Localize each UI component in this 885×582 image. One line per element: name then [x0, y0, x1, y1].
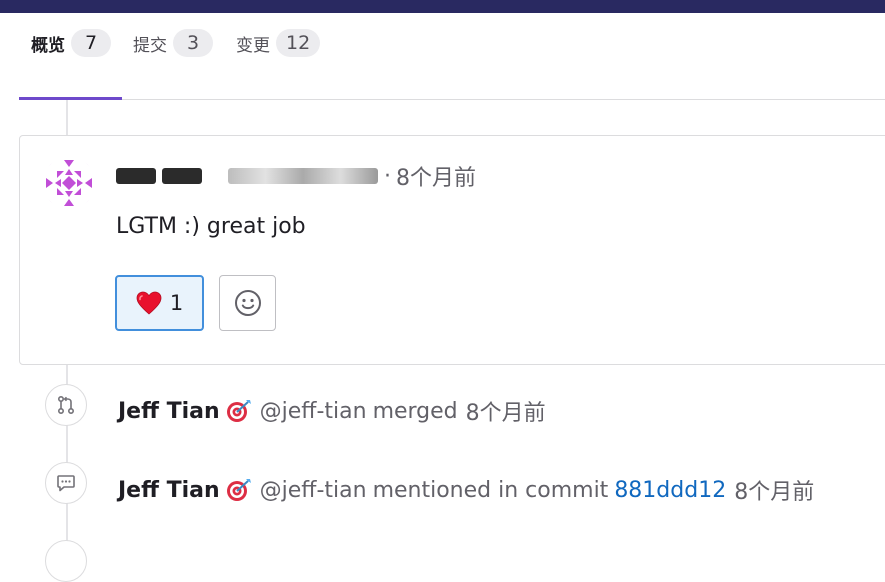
- event-action: merged: [372, 398, 458, 424]
- tabs-divider: [19, 99, 885, 100]
- merge-request-tabs: 概览 7 提交 3 变更 12: [0, 13, 885, 100]
- comment-note: · 8个月前 LGTM :) great job 1: [19, 135, 885, 365]
- event-author-name[interactable]: Jeff Tian: [118, 399, 220, 424]
- event-author-name[interactable]: Jeff Tian: [118, 478, 220, 503]
- tab-label: 提交: [133, 35, 167, 56]
- tab-count-badge: 12: [276, 29, 321, 57]
- header-separator: ·: [384, 163, 391, 189]
- reaction-count: 1: [169, 291, 184, 315]
- note-body: LGTM :) great job: [116, 214, 306, 239]
- tab-count-badge: 3: [173, 29, 213, 57]
- tab-label: 变更: [236, 35, 270, 56]
- tab-count-badge: 7: [71, 29, 111, 57]
- event-username[interactable]: @jeff-tian: [260, 478, 367, 503]
- tab-overview[interactable]: 概览 7: [31, 29, 111, 57]
- merge-event: Jeff Tian @jeff-tian merged 8个月前: [118, 395, 546, 427]
- tab-changes[interactable]: 变更 12: [236, 29, 321, 57]
- active-tab-indicator: [19, 97, 122, 100]
- dart-target-icon: [226, 478, 252, 502]
- dart-target-icon: [226, 399, 252, 423]
- add-reaction-button[interactable]: [219, 275, 276, 331]
- mention-event: Jeff Tian @jeff-tian mentioned in commit…: [118, 474, 814, 506]
- merge-event-icon-badge: [45, 384, 87, 426]
- redacted-author-name: [162, 168, 202, 184]
- smile-icon: [234, 290, 261, 316]
- event-action: mentioned in commit: [372, 477, 609, 503]
- event-timestamp[interactable]: 8个月前: [466, 395, 546, 427]
- comment-icon: [57, 475, 75, 492]
- heart-icon: [136, 291, 162, 315]
- avatar[interactable]: [42, 156, 96, 210]
- top-navbar: [0, 0, 885, 13]
- merge-request-icon: [57, 395, 75, 415]
- next-event-icon-badge: [45, 540, 87, 582]
- note-timestamp[interactable]: 8个月前: [396, 160, 476, 192]
- heart-reaction-button[interactable]: 1: [115, 275, 204, 331]
- redacted-author-name: [116, 168, 156, 184]
- event-username[interactable]: @jeff-tian: [260, 399, 367, 424]
- comment-event-icon-badge: [45, 462, 87, 504]
- tab-label: 概览: [31, 35, 65, 56]
- tab-commits[interactable]: 提交 3: [133, 29, 213, 57]
- commit-link[interactable]: 881ddd12: [614, 478, 726, 503]
- redacted-author-username: [228, 168, 378, 184]
- event-timestamp[interactable]: 8个月前: [734, 474, 814, 506]
- note-header: · 8个月前: [116, 158, 476, 194]
